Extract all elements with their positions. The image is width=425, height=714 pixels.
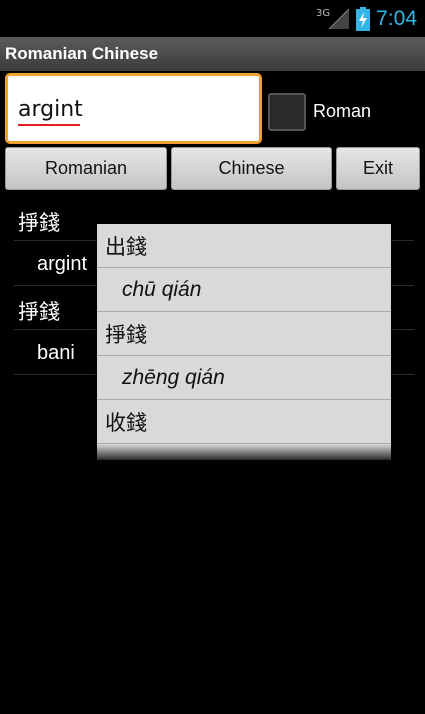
status-icons: 3G 7:04 [308, 4, 417, 34]
dropdown-fade-edge [97, 444, 391, 464]
suggestion-pinyin[interactable]: chū qián [97, 268, 391, 312]
exit-button[interactable]: Exit [336, 147, 420, 190]
result-romanian[interactable]: bani [37, 342, 75, 365]
status-bar: 3G 7:04 [0, 0, 425, 37]
chinese-button[interactable]: Chinese [171, 147, 332, 190]
clock: 7:04 [376, 7, 417, 30]
autocomplete-dropdown: 出錢 chū qián 掙錢 zhēng qián 收錢 [97, 224, 391, 460]
app-title: Romanian Chinese [5, 44, 159, 63]
romanian-button[interactable]: Romanian [5, 147, 167, 190]
app-title-bar: Romanian Chinese [0, 37, 425, 71]
spellcheck-underline [18, 124, 80, 126]
suggestion-item[interactable]: 收錢 [97, 400, 391, 444]
result-romanian[interactable]: argint [37, 253, 87, 276]
suggestion-item[interactable]: 掙錢 [97, 312, 391, 356]
battery-charging-icon [356, 7, 371, 31]
search-field[interactable] [5, 73, 262, 144]
signal-icon [328, 8, 350, 30]
search-input[interactable] [18, 94, 248, 124]
suggestion-pinyin[interactable]: zhēng qián [97, 356, 391, 400]
result-chinese[interactable]: 掙錢 [18, 207, 60, 237]
result-chinese[interactable]: 掙錢 [18, 296, 60, 326]
roman-checkbox[interactable] [268, 93, 306, 131]
suggestion-item[interactable]: 出錢 [97, 224, 391, 268]
roman-checkbox-label[interactable]: Roman [313, 101, 371, 122]
network-type: 3G [316, 7, 331, 19]
